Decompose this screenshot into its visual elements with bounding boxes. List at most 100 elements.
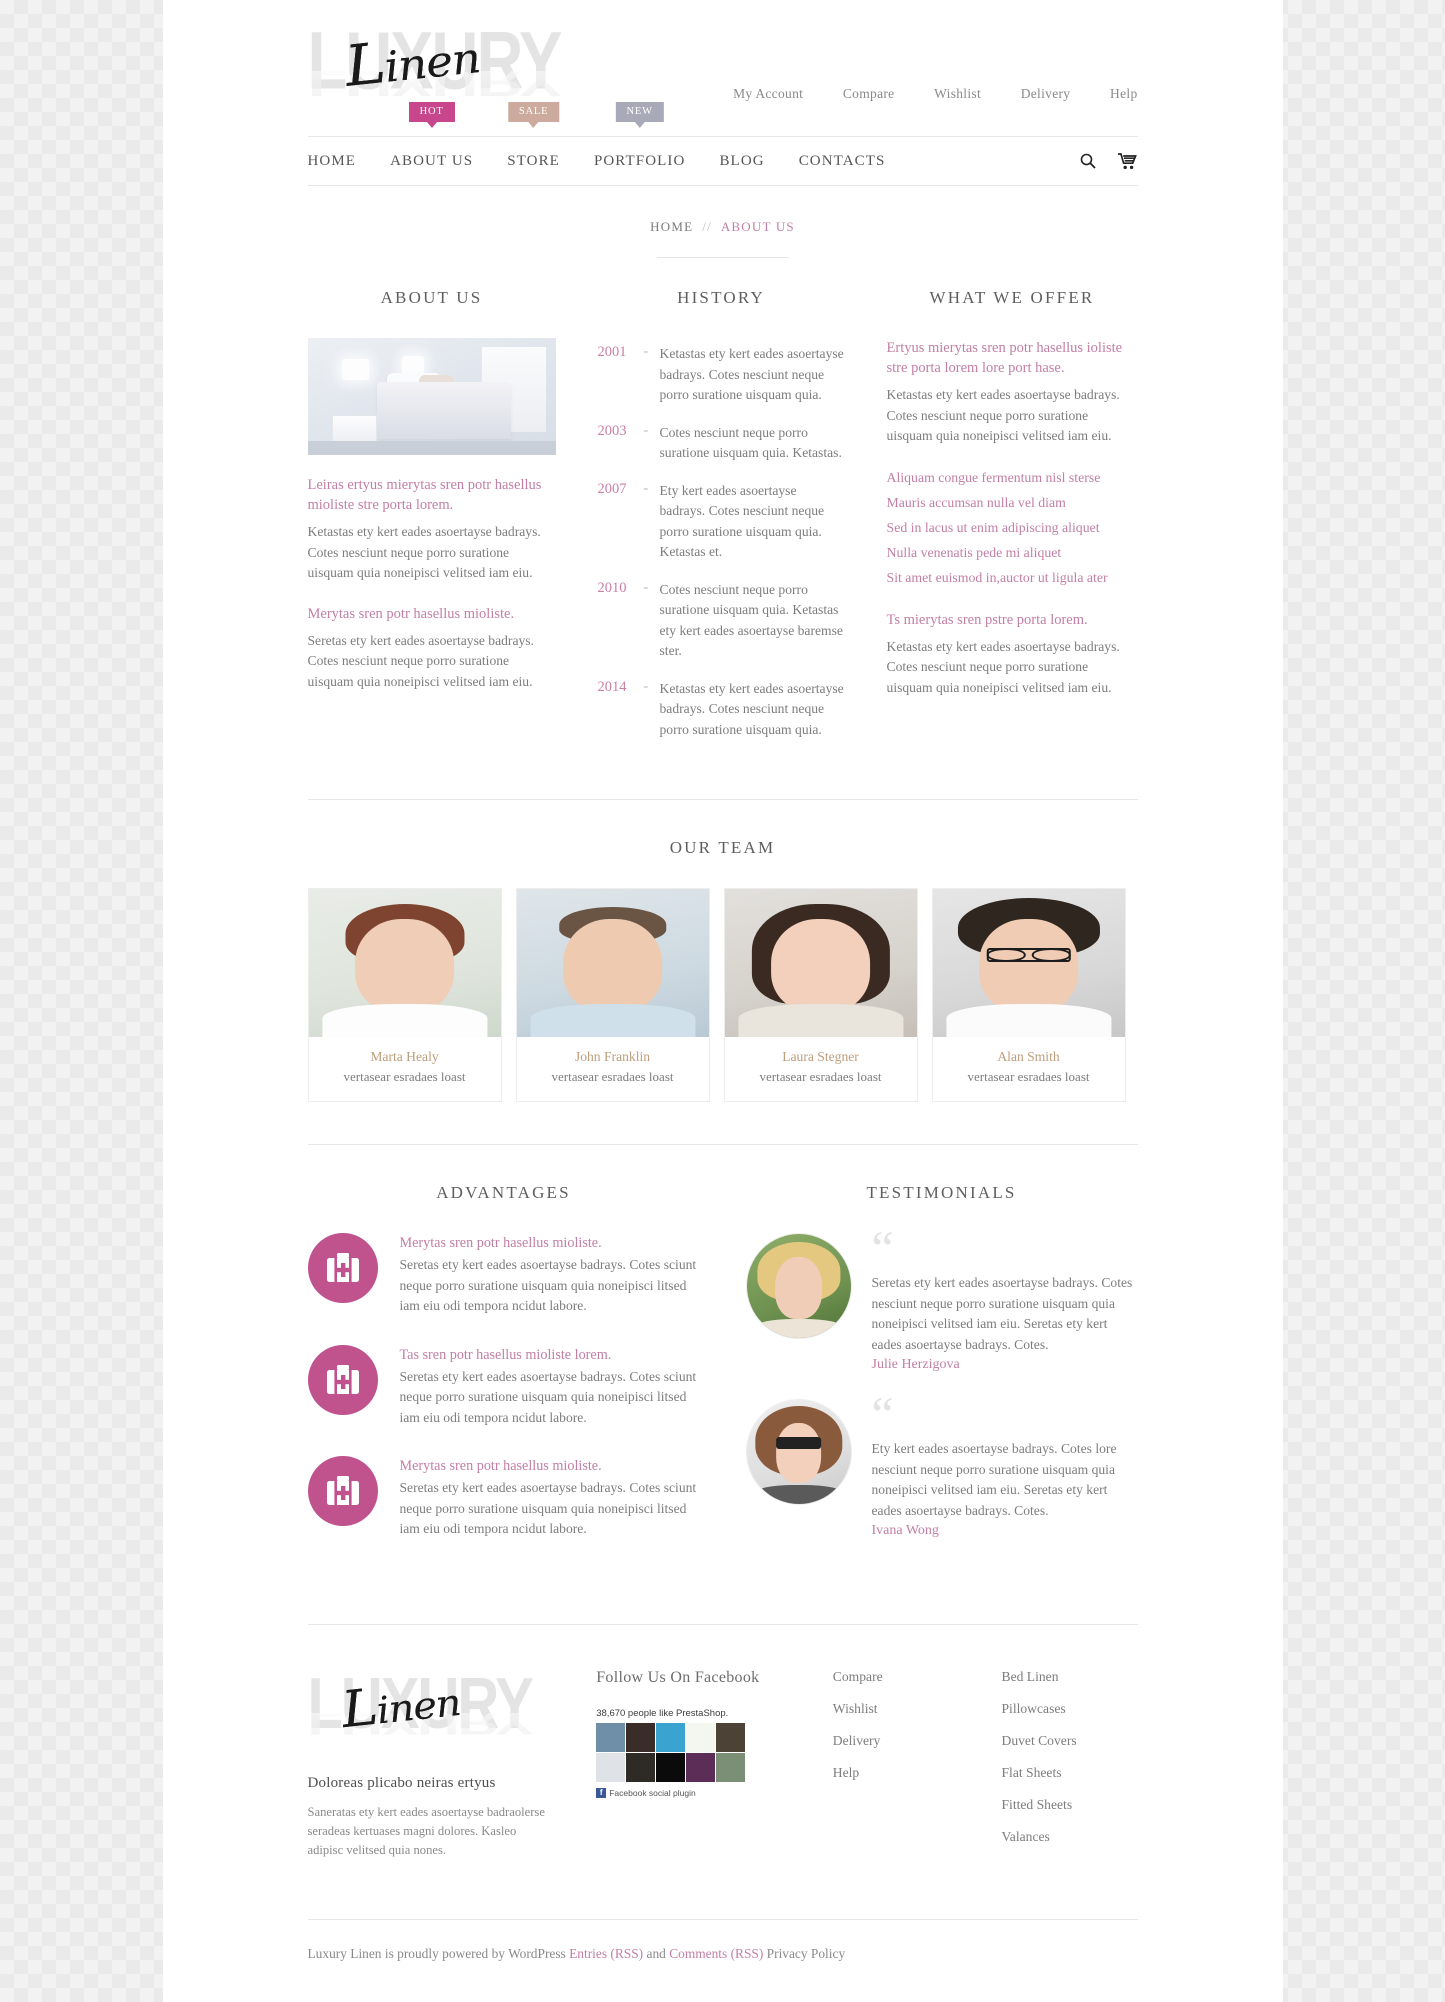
nav-item-portfolio[interactable]: NEW PORTFOLIO [594,101,686,184]
intro-columns: ABOUT US Leiras ertyus mierytas sren pot… [307,258,1138,757]
history-dash: - [643,344,649,359]
facebook-thumb[interactable] [656,1722,686,1752]
nav-link-portfolio[interactable]: PORTFOLIO [594,139,686,184]
portrait-face [978,918,1079,1014]
facebook-thumb[interactable] [686,1722,716,1752]
testimonial-body: “ Ety kert eades asoertayse badrays. Cot… [871,1389,1138,1539]
advantage-item: Merytas sren potr hasellus mioliste. Ser… [307,1456,700,1540]
facebook-thumb[interactable] [686,1752,716,1782]
facebook-thumb[interactable] [656,1752,686,1782]
nav-link-blog[interactable]: BLOG [719,139,764,184]
team-member-caption: Laura Stegner vertasear esradaes loast [725,1037,917,1101]
portrait-alan [932,889,1125,1037]
facebook-thumb[interactable] [716,1722,746,1752]
cart-icon[interactable] [1117,152,1138,170]
team-member-caption: Marta Healy vertasear esradaes loast [309,1037,501,1101]
facebook-thumb[interactable] [716,1752,746,1782]
footer-link-flat-sheets[interactable]: Flat Sheets [1002,1765,1138,1781]
glasses-icon [986,948,1072,962]
facebook-thumb[interactable] [596,1752,626,1782]
topnav-wishlist[interactable]: Wishlist [934,86,981,102]
footer-link-fitted-sheets[interactable]: Fitted Sheets [1002,1797,1138,1813]
offer-list-item[interactable]: Sit amet euismod in,auctor ut ligula ate… [887,565,1138,590]
footer-links-account: Compare Wishlist Delivery Help [833,1669,945,1861]
team-member[interactable]: Marta Healy vertasear esradaes loast [307,888,502,1102]
footer-link-bed-linen[interactable]: Bed Linen [1002,1669,1138,1685]
about-lead-2: Merytas sren potr hasellus mioliste. [307,605,515,622]
team-member-role: vertasear esradaes loast [551,1069,674,1084]
history-dash: - [643,422,649,438]
footer-link-delivery[interactable]: Delivery [833,1733,945,1749]
topnav-compare[interactable]: Compare [843,86,895,102]
offer-list-item[interactable]: Nulla venenatis pede mi aliquet [887,540,1138,565]
facebook-thumb[interactable] [626,1722,656,1752]
breadcrumb: HOME // ABOUT US [308,186,1138,257]
nav-link-about-us[interactable]: ABOUT US [390,139,473,184]
facebook-thumb[interactable] [596,1722,626,1752]
team-member-role: vertasear esradaes loast [343,1069,466,1084]
portrait-john [516,889,709,1037]
history-dash: - [643,480,649,496]
testimonial-text: Seretas ety kert eades asoertayse badray… [871,1275,1133,1352]
portrait-laura [724,889,917,1037]
history-text: Ketastas ety kert eades asoertayse badra… [659,680,844,737]
footer-logo[interactable]: LUXURY LUXURY Linen [308,1667,555,1761]
advantage-title: Merytas sren potr hasellus mioliste. [399,1235,602,1251]
entries-rss-link[interactable]: Entries (RSS) [569,1946,643,1961]
breadcrumb-home[interactable]: HOME [650,219,693,234]
footer-link-compare[interactable]: Compare [833,1669,945,1685]
team-member[interactable]: Alan Smith vertasear esradaes loast [931,888,1126,1102]
history-year: 2010 [597,579,627,596]
topnav-my-account[interactable]: My Account [733,86,803,102]
facebook-thumb[interactable] [626,1752,656,1782]
nav-item-home[interactable]: HOME [308,139,357,184]
history-dash: - [643,579,649,595]
history-year: 2001 [597,344,627,360]
offer-list-item[interactable]: Sed in lacus ut enim adipiscing aliquet [887,515,1138,540]
main-menu: HOME HOT ABOUT US SALE STORE NEW PORTFOL… [308,101,920,184]
topnav-delivery[interactable]: Delivery [1021,86,1071,102]
team-member-caption: John Franklin vertasear esradaes loast [517,1037,709,1101]
nav-item-about-us[interactable]: HOT ABOUT US [390,101,473,184]
offer-list-item[interactable]: Aliquam congue fermentum nisl sterse [887,465,1138,490]
history-year: 2007 [597,480,627,497]
nav-item-store[interactable]: SALE STORE [507,101,560,184]
nav-badge-hot: HOT [408,101,455,128]
facebook-friend-thumbs [596,1722,781,1782]
nav-item-blog[interactable]: BLOG [719,139,764,184]
testimonial-avatar [745,1399,852,1505]
nav-item-contacts[interactable]: CONTACTS [799,139,886,184]
offer-list-label: Aliquam congue fermentum nisl sterse [886,469,1101,485]
testimonial-author: Ivana Wong [871,1523,939,1538]
team-member[interactable]: John Franklin vertasear esradaes loast [515,888,710,1102]
search-icon[interactable] [1080,153,1096,169]
footer-logo-script-rest: inen [374,1680,462,1732]
comments-rss-link[interactable]: Comments (RSS) [669,1946,763,1961]
topnav-help[interactable]: Help [1110,86,1137,102]
footer-link-help[interactable]: Help [833,1765,945,1781]
advantage-item: Merytas sren potr hasellus mioliste. Ser… [307,1233,700,1317]
nav-link-contacts[interactable]: CONTACTS [799,139,886,184]
about-bedroom-image [307,338,556,455]
testimonial-author: Julie Herzigova [871,1357,960,1372]
footer-link-valances[interactable]: Valances [1002,1829,1138,1845]
about-body-2: Seretas ety kert eades asoertayse badray… [307,632,534,689]
offer-lead-1: Ertyus mierytas sren potr hasellus iolis… [886,340,1123,376]
advantage-text: Tas sren potr hasellus mioliste lorem. S… [400,1345,700,1429]
team-member-name: Alan Smith [997,1049,1060,1064]
team-member[interactable]: Laura Stegner vertasear esradaes loast [723,888,918,1102]
team-grid: Marta Healy vertasear esradaes loast Joh… [307,888,1138,1102]
footer-link-duvet-covers[interactable]: Duvet Covers [1002,1733,1138,1749]
first-aid-kit-icon [307,1456,378,1526]
history-row: 2014 - Ketastas ety kert eades asoertays… [598,679,845,741]
nav-link-home[interactable]: HOME [308,139,357,184]
nav-link-store[interactable]: STORE [507,139,560,184]
offer-list-item[interactable]: Mauris accumsan nulla vel diam [887,490,1138,515]
portrait-face [774,1256,823,1320]
portrait-body [945,1004,1112,1037]
footer-about-heading: Doloreas plicabo neiras ertyus [307,1774,496,1791]
footer-link-wishlist[interactable]: Wishlist [833,1701,945,1717]
footer-about: LUXURY LUXURY Linen Doloreas plicabo nei… [307,1667,555,1861]
portrait-marta [308,889,501,1037]
footer-link-pillowcases[interactable]: Pillowcases [1002,1701,1138,1717]
